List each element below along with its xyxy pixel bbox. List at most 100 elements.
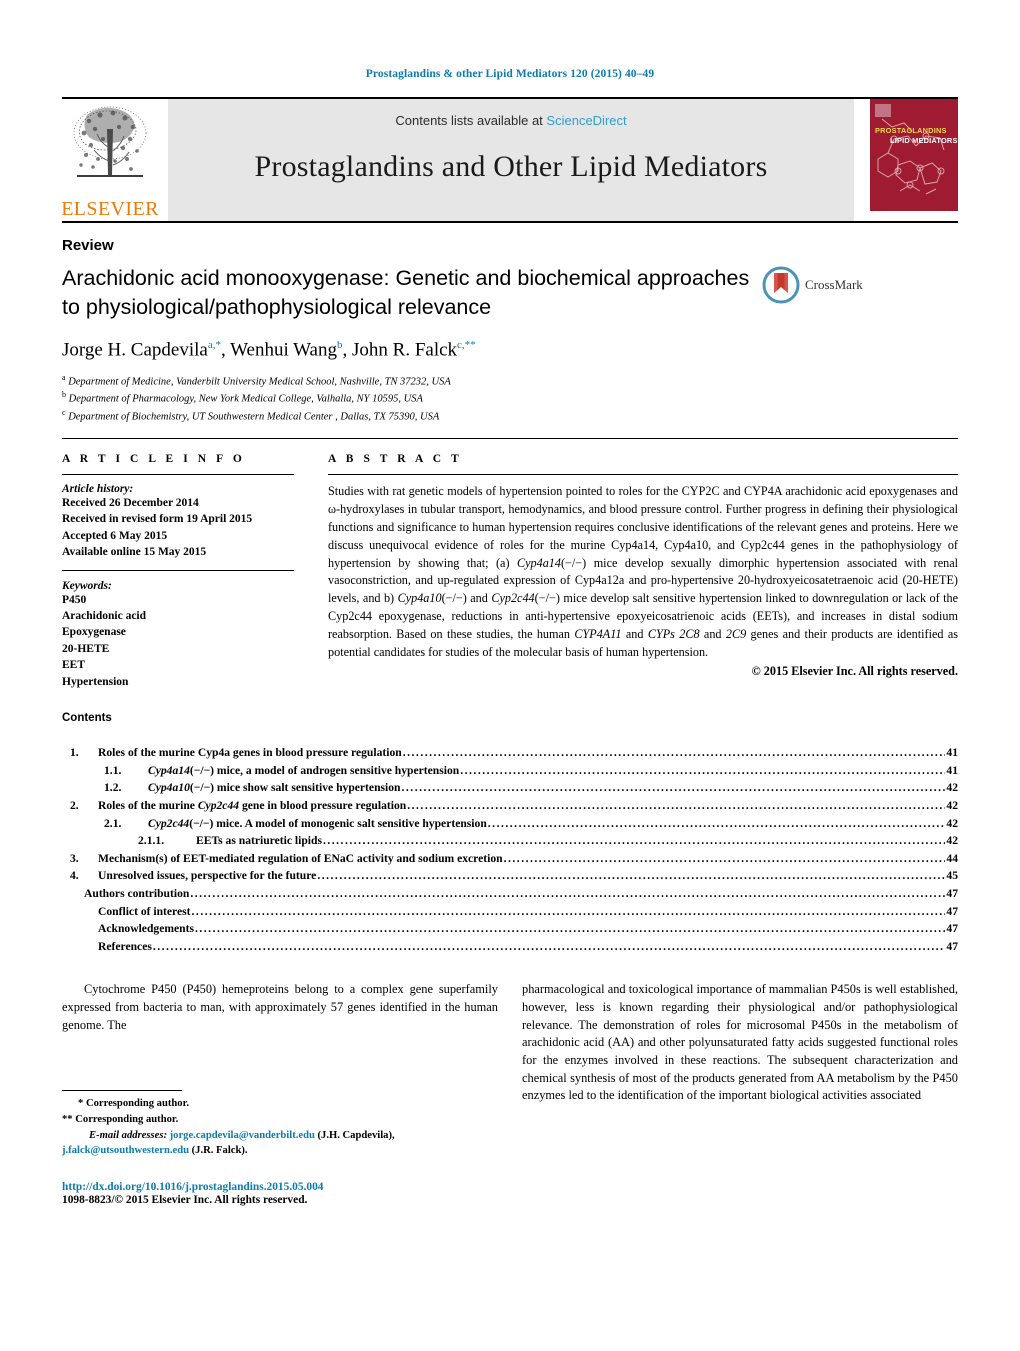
doi-link[interactable]: http://dx.doi.org/10.1016/j.prostaglandi… xyxy=(62,1181,498,1193)
sciencedirect-link[interactable]: ScienceDirect xyxy=(546,113,626,128)
contents-available-text: Contents lists available at xyxy=(395,113,543,128)
toc-entry-page: 44 xyxy=(946,851,958,865)
crossmark-badge[interactable]: CrossMark xyxy=(762,266,902,304)
toc-entry-label: Unresolved issues, perspective for the f… xyxy=(98,869,317,883)
article-type-label: Review xyxy=(62,237,114,254)
intro-paragraph-left: Cytochrome P450 (P450) hemeproteins belo… xyxy=(62,982,498,1032)
toc-entry[interactable]: 1. Roles of the murine Cyp4a genes in blo… xyxy=(62,744,958,762)
corresponding-author-2: ** Corresponding author. xyxy=(62,1113,179,1125)
toc-entry-label: Cyp4a14(−/−) mice, a model of androgen s… xyxy=(148,763,460,777)
toc-entry-page: 42 xyxy=(946,781,958,795)
toc-entry[interactable]: References..............................… xyxy=(62,938,958,956)
title-row: Arachidonic acid monooxygenase: Genetic … xyxy=(62,264,958,322)
toc-entry-number: 2.1.1. xyxy=(138,834,165,848)
table-of-contents: 1. Roles of the murine Cyp4a genes in blo… xyxy=(62,744,958,955)
email-line-2: j.falck@utsouthwestern.edu (J.R. Falck). xyxy=(62,1143,498,1159)
toc-entry[interactable]: 3. Mechanism(s) of EET-mediated regulatio… xyxy=(62,850,958,868)
toc-leader-dots: ........................................… xyxy=(460,763,945,777)
toc-leader-dots: ........................................… xyxy=(402,746,946,760)
cover-title-line2: LIPID MEDIATORS xyxy=(890,136,958,145)
affiliation-marker: a xyxy=(62,372,66,382)
footnote-block: * Corresponding author. ** Corresponding… xyxy=(62,1096,498,1159)
elsevier-wordmark: ELSEVIER xyxy=(61,198,159,220)
crossmark-icon xyxy=(762,266,800,304)
contents-available-line: Contents lists available at ScienceDirec… xyxy=(395,113,626,128)
affiliation-item: a Department of Medicine, Vanderbilt Uni… xyxy=(62,372,958,390)
affiliation-item: b Department of Pharmacology, New York M… xyxy=(62,389,958,407)
article-history-label: Article history: xyxy=(62,482,134,495)
affiliation-list: a Department of Medicine, Vanderbilt Uni… xyxy=(62,372,958,425)
corresponding-author-1: * Corresponding author. xyxy=(78,1098,189,1110)
email-owner-capdevila: (J.H. Capdevila), xyxy=(317,1129,395,1141)
abstract-column: A B S T R A C T Studies with rat genetic… xyxy=(328,453,958,690)
toc-leader-dots: ........................................… xyxy=(152,939,946,953)
toc-leader-dots: ........................................… xyxy=(194,922,945,936)
journal-masthead: ELSEVIER Contents lists available at Sci… xyxy=(61,97,958,221)
toc-entry[interactable]: 1.1. Cyp4a14(−/−) mice, a model of androg… xyxy=(62,762,958,780)
toc-entry-label: Authors contribution xyxy=(84,887,190,901)
keyword-item: Arachidonic acid xyxy=(62,609,147,622)
toc-entry-label: Mechanism(s) of EET-mediated regulation … xyxy=(98,851,503,865)
toc-leader-dots: ........................................… xyxy=(487,816,946,830)
running-head: Prostaglandins & other Lipid Mediators 1… xyxy=(365,68,655,80)
toc-entry-number: 3. xyxy=(70,851,79,865)
toc-entry-label: Acknowledgements xyxy=(98,922,194,936)
toc-entry-page: 47 xyxy=(946,887,958,901)
cover-emblem xyxy=(875,104,891,117)
toc-entry-label: Roles of the murine Cyp4a genes in blood… xyxy=(98,746,402,760)
toc-leader-dots: ........................................… xyxy=(401,781,946,795)
toc-entry[interactable]: Conflict of interest....................… xyxy=(62,903,958,921)
affiliation-marker: c xyxy=(62,408,66,418)
toc-entry-number: 1.2. xyxy=(104,781,122,795)
toc-entry-page: 41 xyxy=(946,763,958,777)
masthead-bottom-rule xyxy=(62,221,958,223)
keyword-item: Hypertension xyxy=(62,675,129,688)
email-link-falck[interactable]: j.falck@utsouthwestern.edu xyxy=(62,1145,189,1156)
toc-entry[interactable]: 4. Unresolved issues, perspective for the… xyxy=(62,867,958,885)
affiliation-text: Department of Biochemistry, UT Southwest… xyxy=(68,411,440,423)
toc-entry-page: 47 xyxy=(946,922,958,936)
toc-leader-dots: ........................................… xyxy=(317,869,946,883)
author-list: Jorge H. Capdevilaa,*, Wenhui Wangb, Joh… xyxy=(62,338,476,360)
toc-entry[interactable]: Authors contribution....................… xyxy=(62,885,958,903)
toc-entry-number: 2. xyxy=(70,798,79,812)
toc-entry[interactable]: 2.1. Cyp2c44(−/−) mice. A model of monoge… xyxy=(62,815,958,833)
toc-leader-dots: ........................................… xyxy=(191,904,946,918)
abstract-body: Studies with rat genetic models of hyper… xyxy=(328,483,958,660)
history-item: Accepted 6 May 2015 xyxy=(62,529,168,542)
toc-entry-number: 1. xyxy=(70,746,79,760)
info-section-top-rule xyxy=(62,437,958,439)
journal-cover-thumbnail: PROSTAGLANDINS LIPID MEDIATORS xyxy=(864,99,958,221)
article-info-heading: A R T I C L E I N F O xyxy=(62,452,246,465)
toc-entry-page: 45 xyxy=(946,869,958,883)
toc-entry-page: 42 xyxy=(946,816,958,830)
toc-leader-dots: ........................................… xyxy=(190,887,945,901)
toc-entry[interactable]: 2.1.1. EETs as natriuretic lipids........… xyxy=(62,832,958,850)
affiliation-marker: b xyxy=(62,390,66,400)
email-line-1: E-mail addresses: jorge.capdevila@vander… xyxy=(62,1128,498,1144)
toc-leader-dots: ........................................… xyxy=(322,834,945,848)
article-first-page: Prostaglandins & other Lipid Mediators 1… xyxy=(0,0,1020,1351)
toc-leader-dots: ........................................… xyxy=(407,798,945,812)
doi-block: http://dx.doi.org/10.1016/j.prostaglandi… xyxy=(62,1181,498,1206)
toc-entry-page: 42 xyxy=(946,798,958,812)
elsevier-logo: ELSEVIER xyxy=(61,99,159,221)
toc-entry[interactable]: 2. Roles of the murine Cyp2c44 gene in bl… xyxy=(62,797,958,815)
footnote-rule xyxy=(62,1090,182,1092)
page-title: Arachidonic acid monooxygenase: Genetic … xyxy=(62,266,750,319)
affiliation-text: Department of Pharmacology, New York Med… xyxy=(68,393,423,405)
affiliation-item: c Department of Biochemistry, UT Southwe… xyxy=(62,407,958,425)
toc-entry-number: 2.1. xyxy=(104,816,122,830)
elsevier-tree-icon xyxy=(73,106,147,177)
toc-entry[interactable]: Acknowledgements........................… xyxy=(62,920,958,938)
toc-leader-dots: ........................................… xyxy=(503,851,946,865)
intro-paragraph-right: pharmacological and toxicological import… xyxy=(522,982,958,1103)
article-info-rule xyxy=(62,473,294,475)
toc-entry-label: EETs as natriuretic lipids xyxy=(196,834,322,848)
body-column-left: Cytochrome P450 (P450) hemeproteins belo… xyxy=(62,981,498,1206)
keywords-label: Keywords: xyxy=(62,579,112,592)
email-link-capdevila[interactable]: jorge.capdevila@vanderbilt.edu xyxy=(170,1130,315,1141)
toc-entry[interactable]: 1.2. Cyp4a10(−/−) mice show salt sensitiv… xyxy=(62,779,958,797)
keyword-item: P450 xyxy=(62,593,87,606)
toc-entry-number: 4. xyxy=(70,869,79,883)
